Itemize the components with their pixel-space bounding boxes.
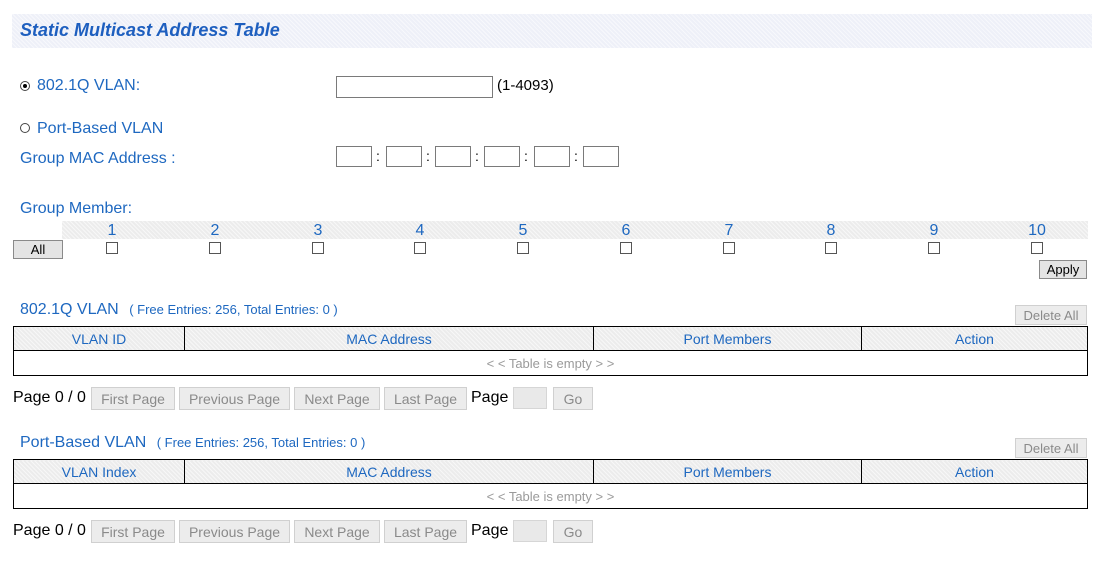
column-header-port-members[interactable]: Port Members <box>593 459 862 484</box>
table-row: < < Table is empty > > <box>13 483 1088 509</box>
previous-page-button[interactable]: Previous Page <box>179 520 290 543</box>
select-all-ports-button[interactable]: All <box>13 240 63 259</box>
page-number-input[interactable] <box>513 387 547 409</box>
port-section-title: Port-Based VLAN <box>20 434 147 451</box>
mac-separator: : <box>426 148 430 164</box>
column-header-port-members[interactable]: Port Members <box>593 326 862 351</box>
page-label: Page <box>471 522 509 539</box>
port-1-checkbox[interactable] <box>106 242 118 254</box>
page-status: Page 0 / 0 <box>13 522 86 539</box>
port-number-6: 6 <box>621 222 631 239</box>
mac-octet-4-input[interactable] <box>484 146 520 167</box>
port-4-checkbox[interactable] <box>414 242 426 254</box>
mac-octet-2-input[interactable] <box>386 146 422 167</box>
dot1q-table: VLAN ID MAC Address Port Members Action … <box>13 326 1088 376</box>
port-8-checkbox[interactable] <box>825 242 837 254</box>
page-title: Static Multicast Address Table <box>20 20 280 40</box>
port-7-checkbox[interactable] <box>723 242 735 254</box>
column-header-vlan-id[interactable]: VLAN ID <box>13 326 185 351</box>
dot1q-vlan-range: (1-4093) <box>497 77 554 94</box>
dot1q-section-subtitle: ( Free Entries: 256, Total Entries: 0 ) <box>129 302 338 317</box>
mac-separator: : <box>475 148 479 164</box>
next-page-button[interactable]: Next Page <box>294 387 380 410</box>
mac-separator: : <box>376 148 380 164</box>
column-header-vlan-index[interactable]: VLAN Index <box>13 459 185 484</box>
port-number-9: 9 <box>929 222 939 239</box>
dot1q-section-title: 802.1Q VLAN <box>20 301 119 318</box>
page-number-input[interactable] <box>513 520 547 542</box>
mac-octet-5-input[interactable] <box>534 146 570 167</box>
mac-separator: : <box>524 148 528 164</box>
port-number-10: 10 <box>1028 222 1046 239</box>
last-page-button[interactable]: Last Page <box>384 387 467 410</box>
port-number-2: 2 <box>210 222 220 239</box>
port-based-vlan-label: Port-Based VLAN <box>37 120 164 137</box>
port-3-checkbox[interactable] <box>312 242 324 254</box>
next-page-button[interactable]: Next Page <box>294 520 380 543</box>
dot1q-vlan-label: 802.1Q VLAN: <box>37 77 141 94</box>
page-status: Page 0 / 0 <box>13 389 86 406</box>
column-header-mac-address[interactable]: MAC Address <box>184 326 594 351</box>
first-page-button[interactable]: First Page <box>91 387 175 410</box>
group-member-label: Group Member: <box>20 200 133 217</box>
go-button[interactable]: Go <box>553 387 593 410</box>
dot1q-delete-all-button[interactable]: Delete All <box>1015 305 1087 325</box>
dot1q-section-header: 802.1Q VLAN ( Free Entries: 256, Total E… <box>20 301 338 319</box>
group-mac-label: Group MAC Address : <box>20 150 176 167</box>
mac-octet-3-input[interactable] <box>435 146 471 167</box>
mac-separator: : <box>574 148 578 164</box>
page-label: Page <box>471 389 509 406</box>
port-number-1: 1 <box>107 222 117 239</box>
port-delete-all-button[interactable]: Delete All <box>1015 438 1087 458</box>
port-number-5: 5 <box>518 222 528 239</box>
dot1q-vlan-input[interactable] <box>336 76 493 98</box>
first-page-button[interactable]: First Page <box>91 520 175 543</box>
port-6-checkbox[interactable] <box>620 242 632 254</box>
mac-octet-1-input[interactable] <box>336 146 372 167</box>
empty-table-message: < < Table is empty > > <box>13 483 1088 509</box>
empty-table-message: < < Table is empty > > <box>13 350 1088 376</box>
column-header-action[interactable]: Action <box>861 326 1088 351</box>
dot1q-vlan-radio[interactable] <box>20 81 30 91</box>
column-header-mac-address[interactable]: MAC Address <box>184 459 594 484</box>
title-bar: Static Multicast Address Table <box>12 14 1092 48</box>
port-number-3: 3 <box>313 222 323 239</box>
table-row: < < Table is empty > > <box>13 350 1088 376</box>
port-section-subtitle: ( Free Entries: 256, Total Entries: 0 ) <box>156 435 366 450</box>
apply-button[interactable]: Apply <box>1039 260 1087 279</box>
column-header-action[interactable]: Action <box>861 459 1088 484</box>
port-5-checkbox[interactable] <box>517 242 529 254</box>
go-button[interactable]: Go <box>553 520 593 543</box>
port-number-4: 4 <box>415 222 425 239</box>
previous-page-button[interactable]: Previous Page <box>179 387 290 410</box>
port-number-7: 7 <box>724 222 734 239</box>
port-based-vlan-radio[interactable] <box>20 123 30 133</box>
port-9-checkbox[interactable] <box>928 242 940 254</box>
port-2-checkbox[interactable] <box>209 242 221 254</box>
port-10-checkbox[interactable] <box>1031 242 1043 254</box>
mac-octet-6-input[interactable] <box>583 146 619 167</box>
port-number-8: 8 <box>826 222 836 239</box>
port-based-table: VLAN Index MAC Address Port Members Acti… <box>13 459 1088 509</box>
last-page-button[interactable]: Last Page <box>384 520 467 543</box>
port-section-header: Port-Based VLAN ( Free Entries: 256, Tot… <box>20 434 365 452</box>
